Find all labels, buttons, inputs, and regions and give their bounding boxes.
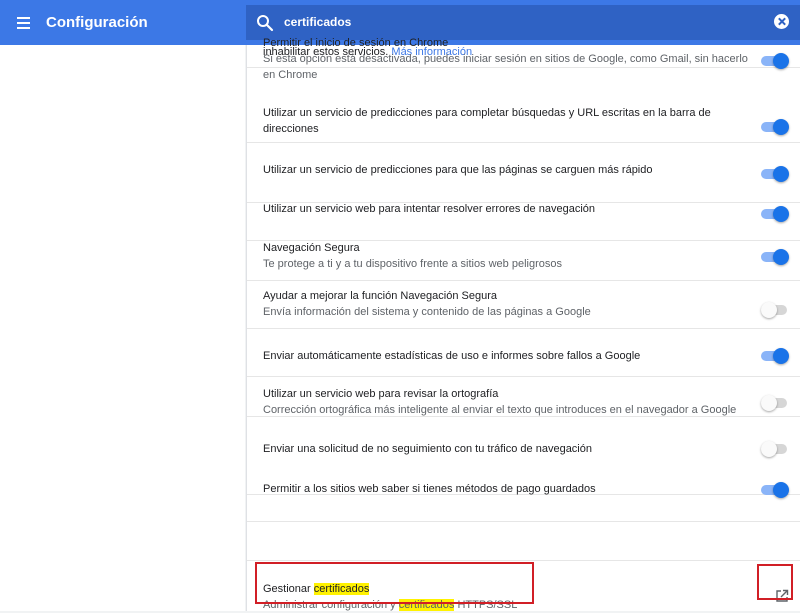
hamburger-menu-icon[interactable] <box>14 12 38 34</box>
setting-title: Enviar automáticamente estadísticas de u… <box>263 350 641 362</box>
toggle-switch[interactable] <box>761 302 789 318</box>
setting-title: Ayudar a mejorar la función Navegación S… <box>263 290 497 302</box>
setting-title: Utilizar un servicio web para intentar r… <box>263 203 595 215</box>
toggle-switch[interactable] <box>761 348 789 364</box>
settings-card: inhabilitar estos servicios. Más informa… <box>246 37 800 611</box>
setting-title: Utilizar un servicio de predicciones par… <box>263 107 711 135</box>
toggle-knob <box>761 302 777 318</box>
setting-title: Utilizar un servicio de predicciones par… <box>263 164 653 176</box>
annotation-box-icon <box>757 564 793 600</box>
setting-subtitle: Envía información del sistema y contenid… <box>263 306 591 318</box>
annotation-box <box>255 562 534 604</box>
setting-title: Permitir a los sitios web saber si tiene… <box>263 483 596 495</box>
toggle-switch[interactable] <box>761 482 789 498</box>
setting-title: Enviar una solicitud de no seguimiento c… <box>263 443 592 455</box>
toggle-knob <box>773 482 789 498</box>
toggle-knob <box>773 348 789 364</box>
toggle-knob <box>773 119 789 135</box>
clear-icon[interactable] <box>774 14 789 29</box>
setting-subtitle: Te protege a ti y a tu dispositivo frent… <box>263 258 562 270</box>
toggle-switch[interactable] <box>761 441 789 457</box>
sidebar <box>0 45 245 611</box>
toggle-switch[interactable] <box>761 206 789 222</box>
toggle-knob <box>773 206 789 222</box>
toggle-switch[interactable] <box>761 53 789 69</box>
toggle-knob <box>761 395 777 411</box>
toggle-knob <box>773 166 789 182</box>
search-icon[interactable] <box>255 13 275 33</box>
setting-subtitle: Corrección ortográfica más inteligente a… <box>263 404 737 416</box>
setting-title: Permitir el inicio de sesión en Chrome <box>263 37 449 49</box>
toggle-knob <box>773 53 789 69</box>
toggle-knob <box>761 441 777 457</box>
settings-row: Enviar una solicitud de no seguimiento c… <box>247 441 800 522</box>
toggle-switch[interactable] <box>761 119 789 135</box>
settings-row: Permitir a los sitios web saber si tiene… <box>247 482 800 561</box>
setting-title: Utilizar un servicio web para revisar la… <box>263 388 499 400</box>
setting-subtitle: Si esta opción está desactivada, puedes … <box>263 53 748 81</box>
toggle-switch[interactable] <box>761 249 789 265</box>
page-title: Configuración <box>46 14 148 31</box>
toggle-switch[interactable] <box>761 166 789 182</box>
setting-title: Navegación Segura <box>263 242 360 254</box>
toggle-knob <box>773 249 789 265</box>
toggle-switch[interactable] <box>761 395 789 411</box>
search-input[interactable] <box>284 13 764 31</box>
